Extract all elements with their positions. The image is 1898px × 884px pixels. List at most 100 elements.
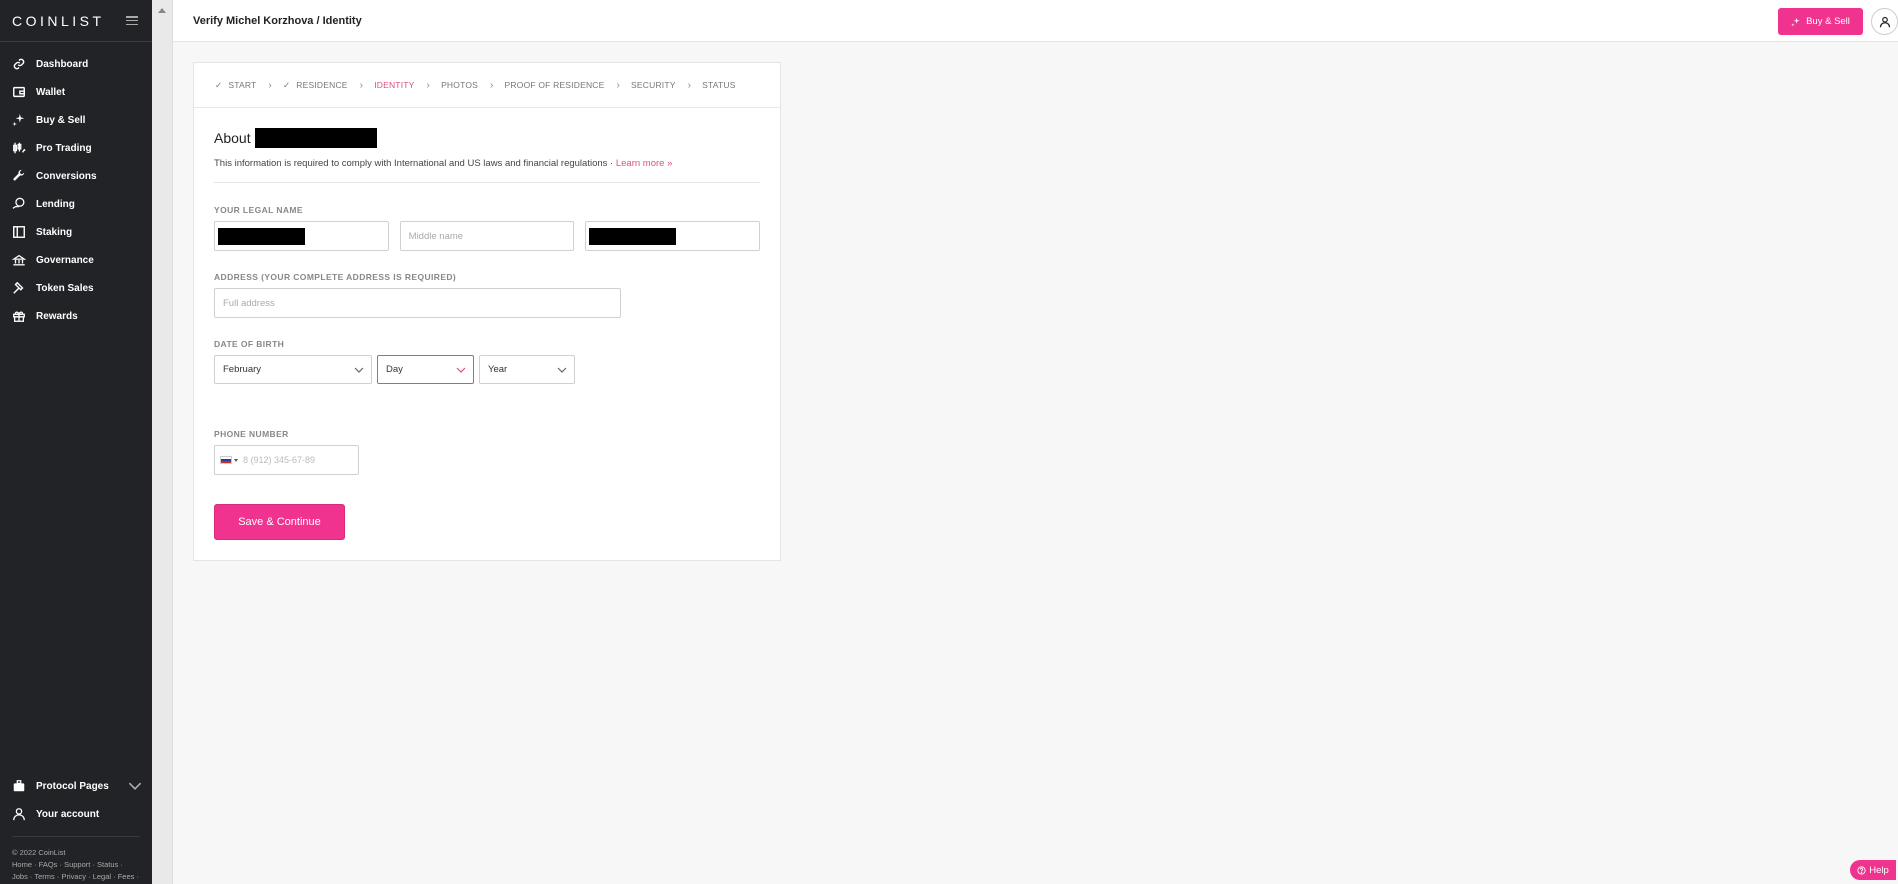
step-start[interactable]: ✓ START: [215, 80, 256, 91]
gift-icon: [13, 311, 25, 322]
sidebar-item-label: Staking: [36, 226, 73, 238]
wallet-icon: [13, 86, 25, 98]
step-label: STATUS: [702, 80, 736, 90]
sidebar-item-dashboard[interactable]: Dashboard: [0, 50, 152, 78]
sparkle-icon: [1791, 17, 1800, 26]
middle-name-field[interactable]: Middle name: [399, 221, 575, 251]
dob-year-select[interactable]: Year: [479, 355, 575, 384]
chevron-right-icon: ›: [426, 79, 431, 91]
sidebar-item-buy-sell[interactable]: Buy & Sell: [0, 106, 152, 134]
sidebar-nav: Dashboard Wallet Buy & Sell Pro Trading …: [0, 42, 152, 330]
address-field[interactable]: Full address: [214, 288, 621, 318]
country-flag-select[interactable]: [220, 456, 238, 464]
sidebar-item-rewards[interactable]: Rewards: [0, 302, 152, 330]
identity-form-card: ✓ START › ✓ RESIDENCE › IDENTITY › PHOTOS …: [193, 62, 781, 561]
briefcase-icon: [13, 780, 25, 792]
step-status[interactable]: STATUS: [702, 80, 735, 90]
phone-field[interactable]: 8 (912) 345-67-89: [214, 445, 359, 475]
step-identity[interactable]: IDENTITY: [374, 80, 414, 90]
help-label: Help: [1869, 864, 1889, 876]
scroll-up-arrow-icon[interactable]: [158, 8, 166, 13]
dob-day-select[interactable]: Day: [377, 355, 474, 384]
dob-fields: February Day Year: [214, 355, 760, 384]
user-icon: [1879, 16, 1890, 27]
sidebar-item-protocol-pages[interactable]: Protocol Pages: [0, 772, 152, 800]
info-text: This information is required to comply w…: [214, 158, 616, 169]
sidebar-item-label: Conversions: [36, 170, 97, 182]
sidebar-item-staking[interactable]: Staking: [0, 218, 152, 246]
learn-more-link[interactable]: Learn more »: [616, 158, 673, 169]
coinlist-logo[interactable]: COINLIST: [12, 13, 105, 29]
step-residence[interactable]: ✓ RESIDENCE: [283, 80, 348, 91]
top-bar: Verify Michel Korzhova / Identity Buy & …: [173, 0, 1898, 42]
user-icon: [13, 808, 25, 821]
save-continue-button[interactable]: Save & Continue: [214, 504, 345, 540]
divider: [214, 182, 760, 183]
staking-icon: [13, 226, 25, 238]
russia-flag-icon: [220, 456, 232, 464]
sidebar-item-label: Lending: [36, 198, 75, 210]
dob-label: DATE OF BIRTH: [214, 339, 285, 349]
account-avatar-button[interactable]: [1871, 8, 1898, 35]
legal-name-fields: Middle name: [214, 221, 760, 251]
sparkle-icon: [12, 113, 25, 127]
dob-day-value: Day: [386, 364, 403, 375]
help-button[interactable]: Help: [1850, 860, 1896, 880]
chevron-down-icon: [354, 367, 364, 373]
chevron-down-icon: [557, 367, 567, 373]
governance-icon: [12, 254, 26, 266]
dob-month-select[interactable]: February: [214, 355, 372, 384]
hammer-icon: [13, 281, 24, 294]
phone-placeholder: 8 (912) 345-67-89: [243, 455, 316, 465]
sidebar-item-governance[interactable]: Governance: [0, 246, 152, 274]
middle-name-placeholder: Middle name: [408, 230, 464, 242]
last-name-field[interactable]: [585, 221, 760, 251]
wrench-icon: [13, 169, 25, 181]
chevron-down-icon[interactable]: [128, 779, 142, 793]
sidebar-item-token-sales[interactable]: Token Sales: [0, 274, 152, 302]
chevron-right-icon: ›: [616, 79, 621, 91]
sidebar-item-conversions[interactable]: Conversions: [0, 162, 152, 190]
chevron-right-icon: ›: [359, 79, 364, 91]
buy-sell-button[interactable]: Buy & Sell: [1778, 8, 1863, 35]
check-icon: ✓: [282, 79, 291, 90]
sidebar-item-pro-trading[interactable]: Pro Trading: [0, 134, 152, 162]
step-security[interactable]: SECURITY: [631, 80, 676, 90]
sidebar-item-label: Buy & Sell: [36, 114, 86, 126]
footer-links-row-1[interactable]: Home · FAQs · Support · Status ·: [12, 859, 140, 871]
sidebar-item-lending[interactable]: Lending: [0, 190, 152, 218]
footer-links-row-2[interactable]: Jobs · Terms · Privacy · Legal · Fees ·: [12, 871, 140, 883]
link-icon: [13, 58, 25, 70]
chevron-right-icon: ›: [687, 79, 692, 91]
about-heading: About: [214, 127, 760, 149]
step-label: RESIDENCE: [296, 80, 348, 90]
sidebar-item-label: Dashboard: [36, 58, 89, 70]
step-label: PROOF OF RESIDENCE: [504, 80, 605, 90]
address-placeholder: Full address: [223, 297, 275, 309]
dob-month-value: February: [223, 364, 262, 375]
dob-year-value: Year: [488, 364, 508, 375]
sidebar-footer: © 2022 CoinList Home · FAQs · Support · …: [12, 836, 140, 883]
chevron-right-icon: ›: [490, 79, 494, 91]
copyright: © 2022 CoinList: [12, 848, 66, 857]
legal-name-label: YOUR LEGAL NAME: [214, 205, 303, 215]
phone-label: PHONE NUMBER: [214, 429, 289, 439]
first-name-field[interactable]: [214, 221, 389, 251]
sidebar-item-label: Protocol Pages: [36, 780, 109, 792]
collapse-menu-icon[interactable]: [126, 16, 138, 25]
sidebar-item-label: Rewards: [36, 310, 78, 322]
sidebar: COINLIST Dashboard Wallet Buy & Sell Pro…: [0, 0, 152, 884]
identity-form: About This information is required to co…: [194, 108, 780, 475]
sidebar-bottom-nav: Protocol Pages Your account: [0, 772, 152, 828]
step-label: IDENTITY: [374, 80, 415, 90]
verification-steps: ✓ START › ✓ RESIDENCE › IDENTITY › PHOTOS …: [194, 63, 780, 108]
step-proof-of-residence[interactable]: PROOF OF RESIDENCE: [505, 80, 605, 90]
sidebar-item-label: Your account: [36, 808, 100, 820]
redacted-name: [254, 128, 377, 148]
step-photos[interactable]: PHOTOS: [441, 80, 478, 90]
sidebar-item-wallet[interactable]: Wallet: [0, 78, 152, 106]
caret-down-icon: [234, 458, 238, 462]
sidebar-header: COINLIST: [0, 0, 152, 42]
sidebar-item-your-account[interactable]: Your account: [0, 800, 152, 828]
scroll-gutter[interactable]: [152, 0, 173, 884]
